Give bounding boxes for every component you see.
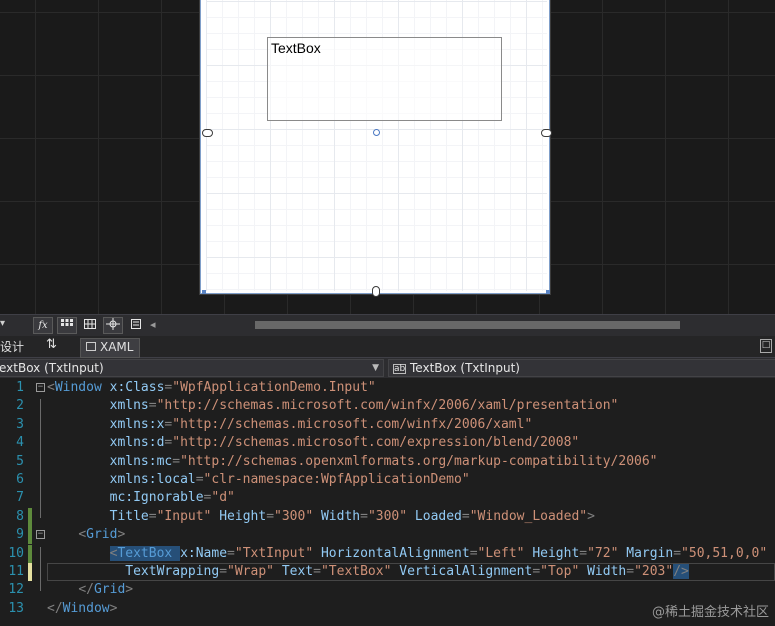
- line-number: 6: [16, 472, 24, 487]
- code-line[interactable]: 3 xmlns:x="http://schemas.microsoft.com/…: [0, 416, 775, 434]
- line-number: 11: [8, 564, 24, 579]
- code-text: TextWrapping="Wrap" Text="TextBox" Verti…: [125, 564, 689, 579]
- swap-panes-icon[interactable]: ⇅: [46, 337, 57, 352]
- tab-xaml[interactable]: XAML: [80, 338, 140, 358]
- line-number: 13: [8, 600, 24, 616]
- snap-lines-icon[interactable]: [103, 317, 123, 334]
- designer-toolbar: ▾ fx ◂: [0, 314, 775, 336]
- resize-handle-right[interactable]: [541, 129, 552, 137]
- element-selector-bar: extBox (TxtInput) ▼ ab TextBox (TxtInput): [0, 358, 775, 378]
- code-text: <Grid>: [78, 527, 126, 543]
- textbox-icon: ab: [393, 364, 406, 374]
- line-number: 4: [16, 435, 24, 451]
- code-line[interactable]: 10 <TextBox x:Name="TxtInput" Horizontal…: [0, 544, 775, 563]
- code-text: xmlns:d="http://schemas.microsoft.com/ex…: [109, 435, 580, 451]
- member-dropdown-value: TextBox (TxtInput): [410, 361, 520, 375]
- grid-icon[interactable]: [57, 317, 77, 334]
- window-canvas: TextBox: [206, 0, 547, 291]
- change-indicator: [28, 526, 32, 545]
- line-number: 1: [16, 380, 24, 395]
- code-text: </Window>: [47, 600, 118, 616]
- chevron-down-icon[interactable]: ▼: [372, 360, 379, 376]
- resize-handle-left[interactable]: [202, 129, 213, 137]
- code-line[interactable]: 12 </Grid>: [0, 581, 775, 599]
- textbox-control[interactable]: TextBox: [267, 37, 502, 121]
- line-number: 8: [16, 508, 24, 524]
- fold-toggle-icon[interactable]: −: [36, 383, 45, 392]
- code-line[interactable]: 11 TextWrapping="Wrap" Text="TextBox" Ve…: [0, 563, 775, 581]
- code-line[interactable]: 6 xmlns:local="clr-namespace:WpfApplicat…: [0, 471, 775, 489]
- change-indicator: [28, 563, 32, 581]
- code-line[interactable]: 5 xmlns:mc="http://schemas.openxmlformat…: [0, 453, 775, 471]
- code-text: <Window x:Class="WpfApplicationDemo.Inpu…: [47, 380, 376, 395]
- line-number: 10: [8, 545, 24, 561]
- resize-corner-bottom-left[interactable]: [202, 290, 206, 294]
- tab-xaml-label: XAML: [100, 340, 134, 354]
- xaml-designer-surface[interactable]: TextBox: [0, 0, 775, 314]
- code-line[interactable]: 4 xmlns:d="http://schemas.microsoft.com/…: [0, 434, 775, 452]
- fx-button[interactable]: fx: [33, 317, 53, 334]
- snap-grid-icon[interactable]: [80, 317, 100, 334]
- fold-guide: [40, 399, 41, 518]
- code-text: xmlns:mc="http://schemas.openxmlformats.…: [109, 453, 658, 469]
- change-indicator: [28, 507, 32, 526]
- xaml-tab-icon: [86, 342, 96, 351]
- line-number: 3: [16, 416, 24, 432]
- xaml-code-editor[interactable]: 1− <Window x:Class="WpfApplicationDemo.In…: [0, 378, 775, 626]
- element-path-dropdown[interactable]: extBox (TxtInput) ▼: [0, 359, 384, 377]
- view-tab-row: 设计 ⇅ XAML □: [0, 336, 775, 358]
- code-text: </Grid>: [78, 582, 134, 598]
- zoom-dropdown-arrow-icon[interactable]: ▾: [0, 318, 5, 329]
- code-line[interactable]: 8 Title="Input" Height="300" Width="300"…: [0, 507, 775, 526]
- resize-handle-bottom[interactable]: [372, 286, 380, 297]
- watermark: @稀土掘金技术社区: [651, 605, 769, 620]
- code-line[interactable]: 7 mc:Ignorable="d": [0, 489, 775, 507]
- code-line[interactable]: 9 − <Grid>: [0, 526, 775, 545]
- resize-corner-bottom-right[interactable]: [546, 290, 550, 294]
- line-number: 5: [16, 453, 24, 469]
- center-anchor-handle[interactable]: [373, 129, 380, 136]
- tab-design[interactable]: 设计: [0, 338, 24, 355]
- fold-toggle-icon[interactable]: −: [36, 530, 45, 540]
- code-text: mc:Ignorable="d": [109, 490, 235, 506]
- fold-guide: [40, 546, 41, 592]
- line-number: 9: [16, 527, 24, 543]
- scroll-left-arrow-icon[interactable]: ◂: [150, 318, 156, 331]
- window-preview[interactable]: TextBox: [200, 0, 550, 294]
- code-text: xmlns:local="clr-namespace:WpfApplicatio…: [109, 472, 470, 487]
- line-number: 2: [16, 398, 24, 414]
- line-number: 12: [8, 582, 24, 598]
- change-indicator: [28, 544, 32, 563]
- split-view-icon[interactable]: □: [760, 339, 772, 353]
- element-path-value: extBox (TxtInput): [0, 361, 104, 375]
- code-text: Title="Input" Height="300" Width="300" L…: [109, 508, 595, 524]
- code-line[interactable]: 1 − <Window x:Class="WpfApplicationDemo.In…: [0, 379, 775, 397]
- artboard-icon[interactable]: [126, 317, 146, 334]
- line-number: 7: [16, 490, 24, 506]
- horizontal-scroll-thumb[interactable]: [255, 321, 680, 329]
- code-line[interactable]: 2 xmlns="http://schemas.microsoft.com/wi…: [0, 397, 775, 415]
- code-text: xmlns:x="http://schemas.microsoft.com/wi…: [109, 416, 533, 432]
- code-text: xmlns="http://schemas.microsoft.com/winf…: [109, 398, 619, 414]
- member-dropdown[interactable]: ab TextBox (TxtInput): [388, 359, 775, 377]
- code-text: <TextBox x:Name="TxtInput" HorizontalAli…: [109, 545, 768, 561]
